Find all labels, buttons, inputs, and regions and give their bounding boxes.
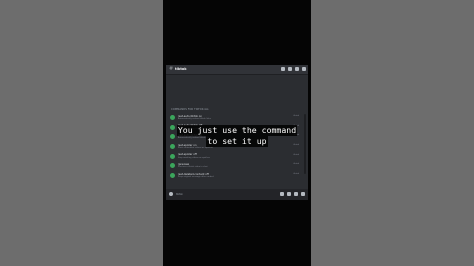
gif-icon[interactable]	[287, 192, 291, 196]
message-input[interactable]: tiktok	[176, 193, 183, 196]
command-description: Preview a tiktok video in chat	[178, 166, 208, 169]
command-source: tiktok	[293, 153, 299, 156]
command-item[interactable]: /set-auto-tiktok on Automatically embed …	[170, 114, 302, 124]
right-background	[311, 0, 474, 266]
caption-line-1: You just use the command	[176, 125, 298, 136]
gift-icon[interactable]	[280, 192, 284, 196]
command-description: Keep original message after embed	[178, 176, 214, 179]
video-caption: You just use the command to set it up	[163, 125, 311, 147]
command-source: tiktok	[293, 115, 299, 117]
channel-name[interactable]: tiktok	[175, 67, 187, 71]
command-source: tiktok	[293, 163, 299, 166]
search-icon[interactable]	[302, 67, 306, 71]
add-icon[interactable]	[169, 192, 173, 196]
bot-avatar-icon	[170, 115, 175, 120]
channel-header: # tiktok	[166, 65, 308, 75]
command-item[interactable]: /set-spoiler off Stop marking videos as …	[170, 153, 302, 163]
pin-icon[interactable]	[281, 67, 285, 71]
video-frame: # tiktok COMMANDS FOR TIKTOK.GG /set-aut…	[163, 0, 311, 266]
bot-avatar-icon	[170, 163, 175, 169]
bell-icon[interactable]	[288, 67, 292, 71]
bot-avatar-icon	[170, 153, 175, 159]
message-bar-left: tiktok	[169, 192, 183, 196]
sticker-icon[interactable]	[294, 192, 298, 196]
message-bar-right	[280, 192, 305, 196]
message-bar: tiktok	[166, 189, 308, 200]
command-description: Stop marking videos as spoilers	[178, 156, 210, 159]
command-item[interactable]: /set-deleted-content off Keep original m…	[170, 172, 302, 182]
header-icons	[281, 67, 306, 71]
members-icon[interactable]	[295, 67, 299, 71]
command-description: Automatically embed tiktok links	[178, 118, 211, 120]
caption-line-2: to set it up	[206, 136, 268, 147]
channel-hash-icon: #	[169, 66, 174, 72]
command-description: Mark embedded videos as spoilers	[178, 147, 213, 150]
command-item[interactable]: /preview Preview a tiktok video in chat …	[170, 162, 302, 172]
section-title: COMMANDS FOR TIKTOK.GG	[171, 108, 209, 111]
emoji-icon[interactable]	[301, 192, 305, 196]
left-background	[0, 0, 163, 266]
bot-avatar-icon	[170, 173, 175, 179]
command-source: tiktok	[293, 173, 299, 176]
